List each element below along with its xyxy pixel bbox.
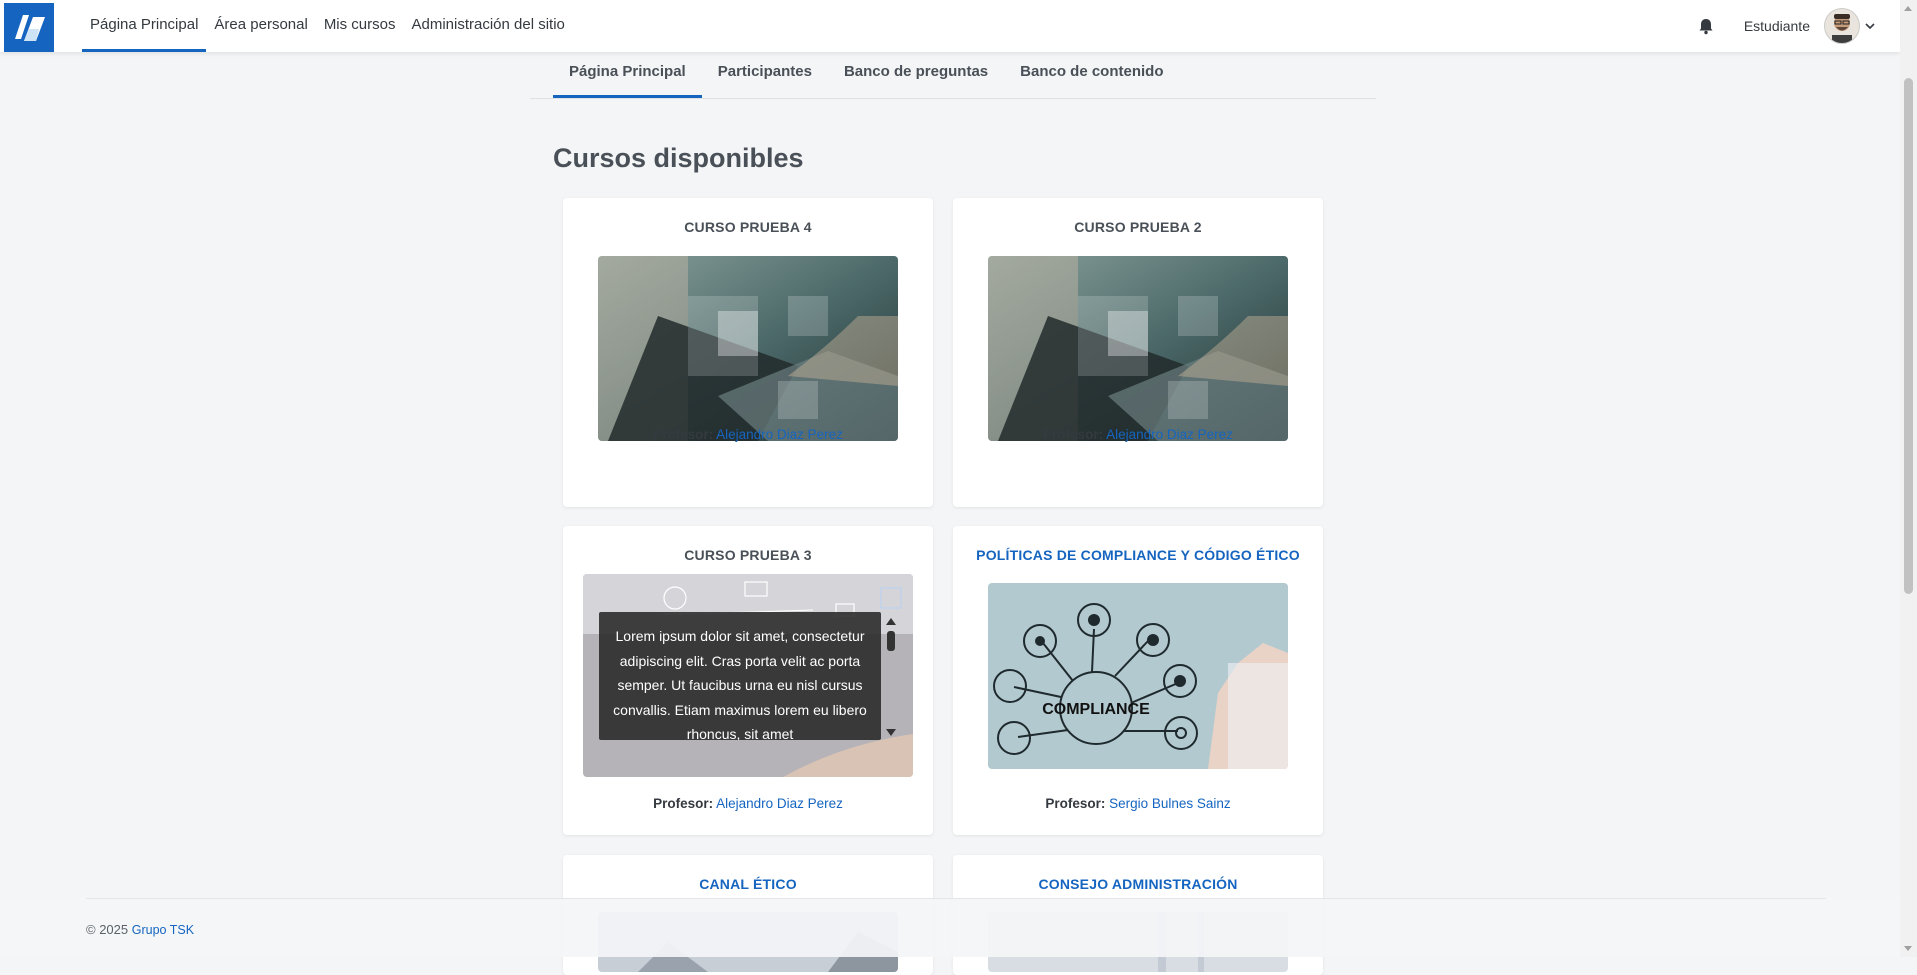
user-area: Estudiante xyxy=(1696,0,1876,52)
user-avatar[interactable] xyxy=(1824,8,1860,44)
footer-copyright: © 2025 Grupo TSK xyxy=(86,922,194,937)
teacher-link[interactable]: Alejandro Diaz Perez xyxy=(1106,427,1233,442)
course-teacher: Profesor: Alejandro Diaz Perez xyxy=(953,427,1323,442)
chevron-down-icon[interactable] xyxy=(1864,20,1876,32)
site-logo[interactable] xyxy=(4,3,54,52)
page-footer: © 2025 Grupo TSK xyxy=(0,898,1900,957)
course-teacher: Profesor: Alejandro Diaz Perez xyxy=(563,427,933,442)
course-card[interactable]: CURSO PRUEBA 4 Profesor: Alejandro Diaz … xyxy=(563,198,933,507)
course-teacher: Profesor: Alejandro Diaz Perez xyxy=(563,796,933,811)
tab-banco-preguntas[interactable]: Banco de preguntas xyxy=(828,52,1004,98)
course-description: Lorem ipsum dolor sit amet, consectetur … xyxy=(613,628,867,740)
course-card[interactable]: CURSO PRUEBA 2 Profesor: Alejandro Diaz … xyxy=(953,198,1323,507)
course-title[interactable]: CURSO PRUEBA 2 xyxy=(953,219,1323,235)
course-title[interactable]: CURSO PRUEBA 3 xyxy=(563,547,933,563)
course-secondary-nav: Página Principal Participantes Banco de … xyxy=(530,52,1376,99)
teacher-label: Profesor: xyxy=(653,427,714,442)
page-title: Cursos disponibles xyxy=(553,143,804,173)
nav-item-pagina-principal[interactable]: Página Principal xyxy=(82,0,207,52)
copyright-text: © 2025 xyxy=(86,922,129,937)
teacher-label: Profesor: xyxy=(1045,796,1106,811)
compliance-label: COMPLIANCE xyxy=(1042,701,1150,718)
footer-divider xyxy=(86,898,1826,899)
course-title[interactable]: CANAL ÉTICO xyxy=(563,876,933,892)
overlay-scrollbar[interactable] xyxy=(885,616,897,738)
scroll-thumb[interactable] xyxy=(1904,78,1913,594)
teacher-link[interactable]: Sergio Bulnes Sainz xyxy=(1109,796,1231,811)
teacher-link[interactable]: Alejandro Diaz Perez xyxy=(716,427,843,442)
course-title[interactable]: CURSO PRUEBA 4 xyxy=(563,219,933,235)
teacher-link[interactable]: Alejandro Diaz Perez xyxy=(716,796,843,811)
course-card[interactable]: CURSO PRUEBA 3 Lorem ipsum dolor sit ame… xyxy=(563,526,933,835)
teacher-label: Profesor: xyxy=(653,796,714,811)
course-description-overlay[interactable]: Lorem ipsum dolor sit amet, consectetur … xyxy=(599,612,881,740)
nav-item-administracion[interactable]: Administración del sitio xyxy=(404,0,573,52)
scroll-down-arrow[interactable] xyxy=(1904,946,1912,951)
course-media-player[interactable]: Lorem ipsum dolor sit amet, consectetur … xyxy=(583,574,913,777)
course-title[interactable]: CONSEJO ADMINISTRACIÓN xyxy=(953,876,1323,892)
course-card[interactable]: POLÍTICAS DE COMPLIANCE Y CÓDIGO ÉTICO C… xyxy=(953,526,1323,835)
tab-pagina-principal[interactable]: Página Principal xyxy=(553,52,702,98)
course-teacher: Profesor: Sergio Bulnes Sainz xyxy=(953,796,1323,811)
course-image[interactable] xyxy=(598,256,898,441)
user-name[interactable]: Estudiante xyxy=(1744,18,1810,34)
teacher-label: Profesor: xyxy=(1043,427,1104,442)
primary-nav: Página Principal Área personal Mis curso… xyxy=(82,0,573,52)
tab-participantes[interactable]: Participantes xyxy=(702,52,828,98)
course-image[interactable] xyxy=(988,256,1288,441)
tab-banco-contenido[interactable]: Banco de contenido xyxy=(1004,52,1179,98)
top-navbar: Página Principal Área personal Mis curso… xyxy=(0,0,1900,52)
bell-icon[interactable] xyxy=(1696,16,1716,36)
scroll-up-arrow[interactable] xyxy=(1904,6,1912,11)
course-image[interactable]: COMPLIANCE xyxy=(988,583,1288,769)
nav-item-mis-cursos[interactable]: Mis cursos xyxy=(316,0,404,52)
page-scrollbar[interactable] xyxy=(1900,0,1917,957)
nav-item-area-personal[interactable]: Área personal xyxy=(206,0,315,52)
footer-link[interactable]: Grupo TSK xyxy=(132,923,194,937)
course-title[interactable]: POLÍTICAS DE COMPLIANCE Y CÓDIGO ÉTICO xyxy=(953,547,1323,563)
